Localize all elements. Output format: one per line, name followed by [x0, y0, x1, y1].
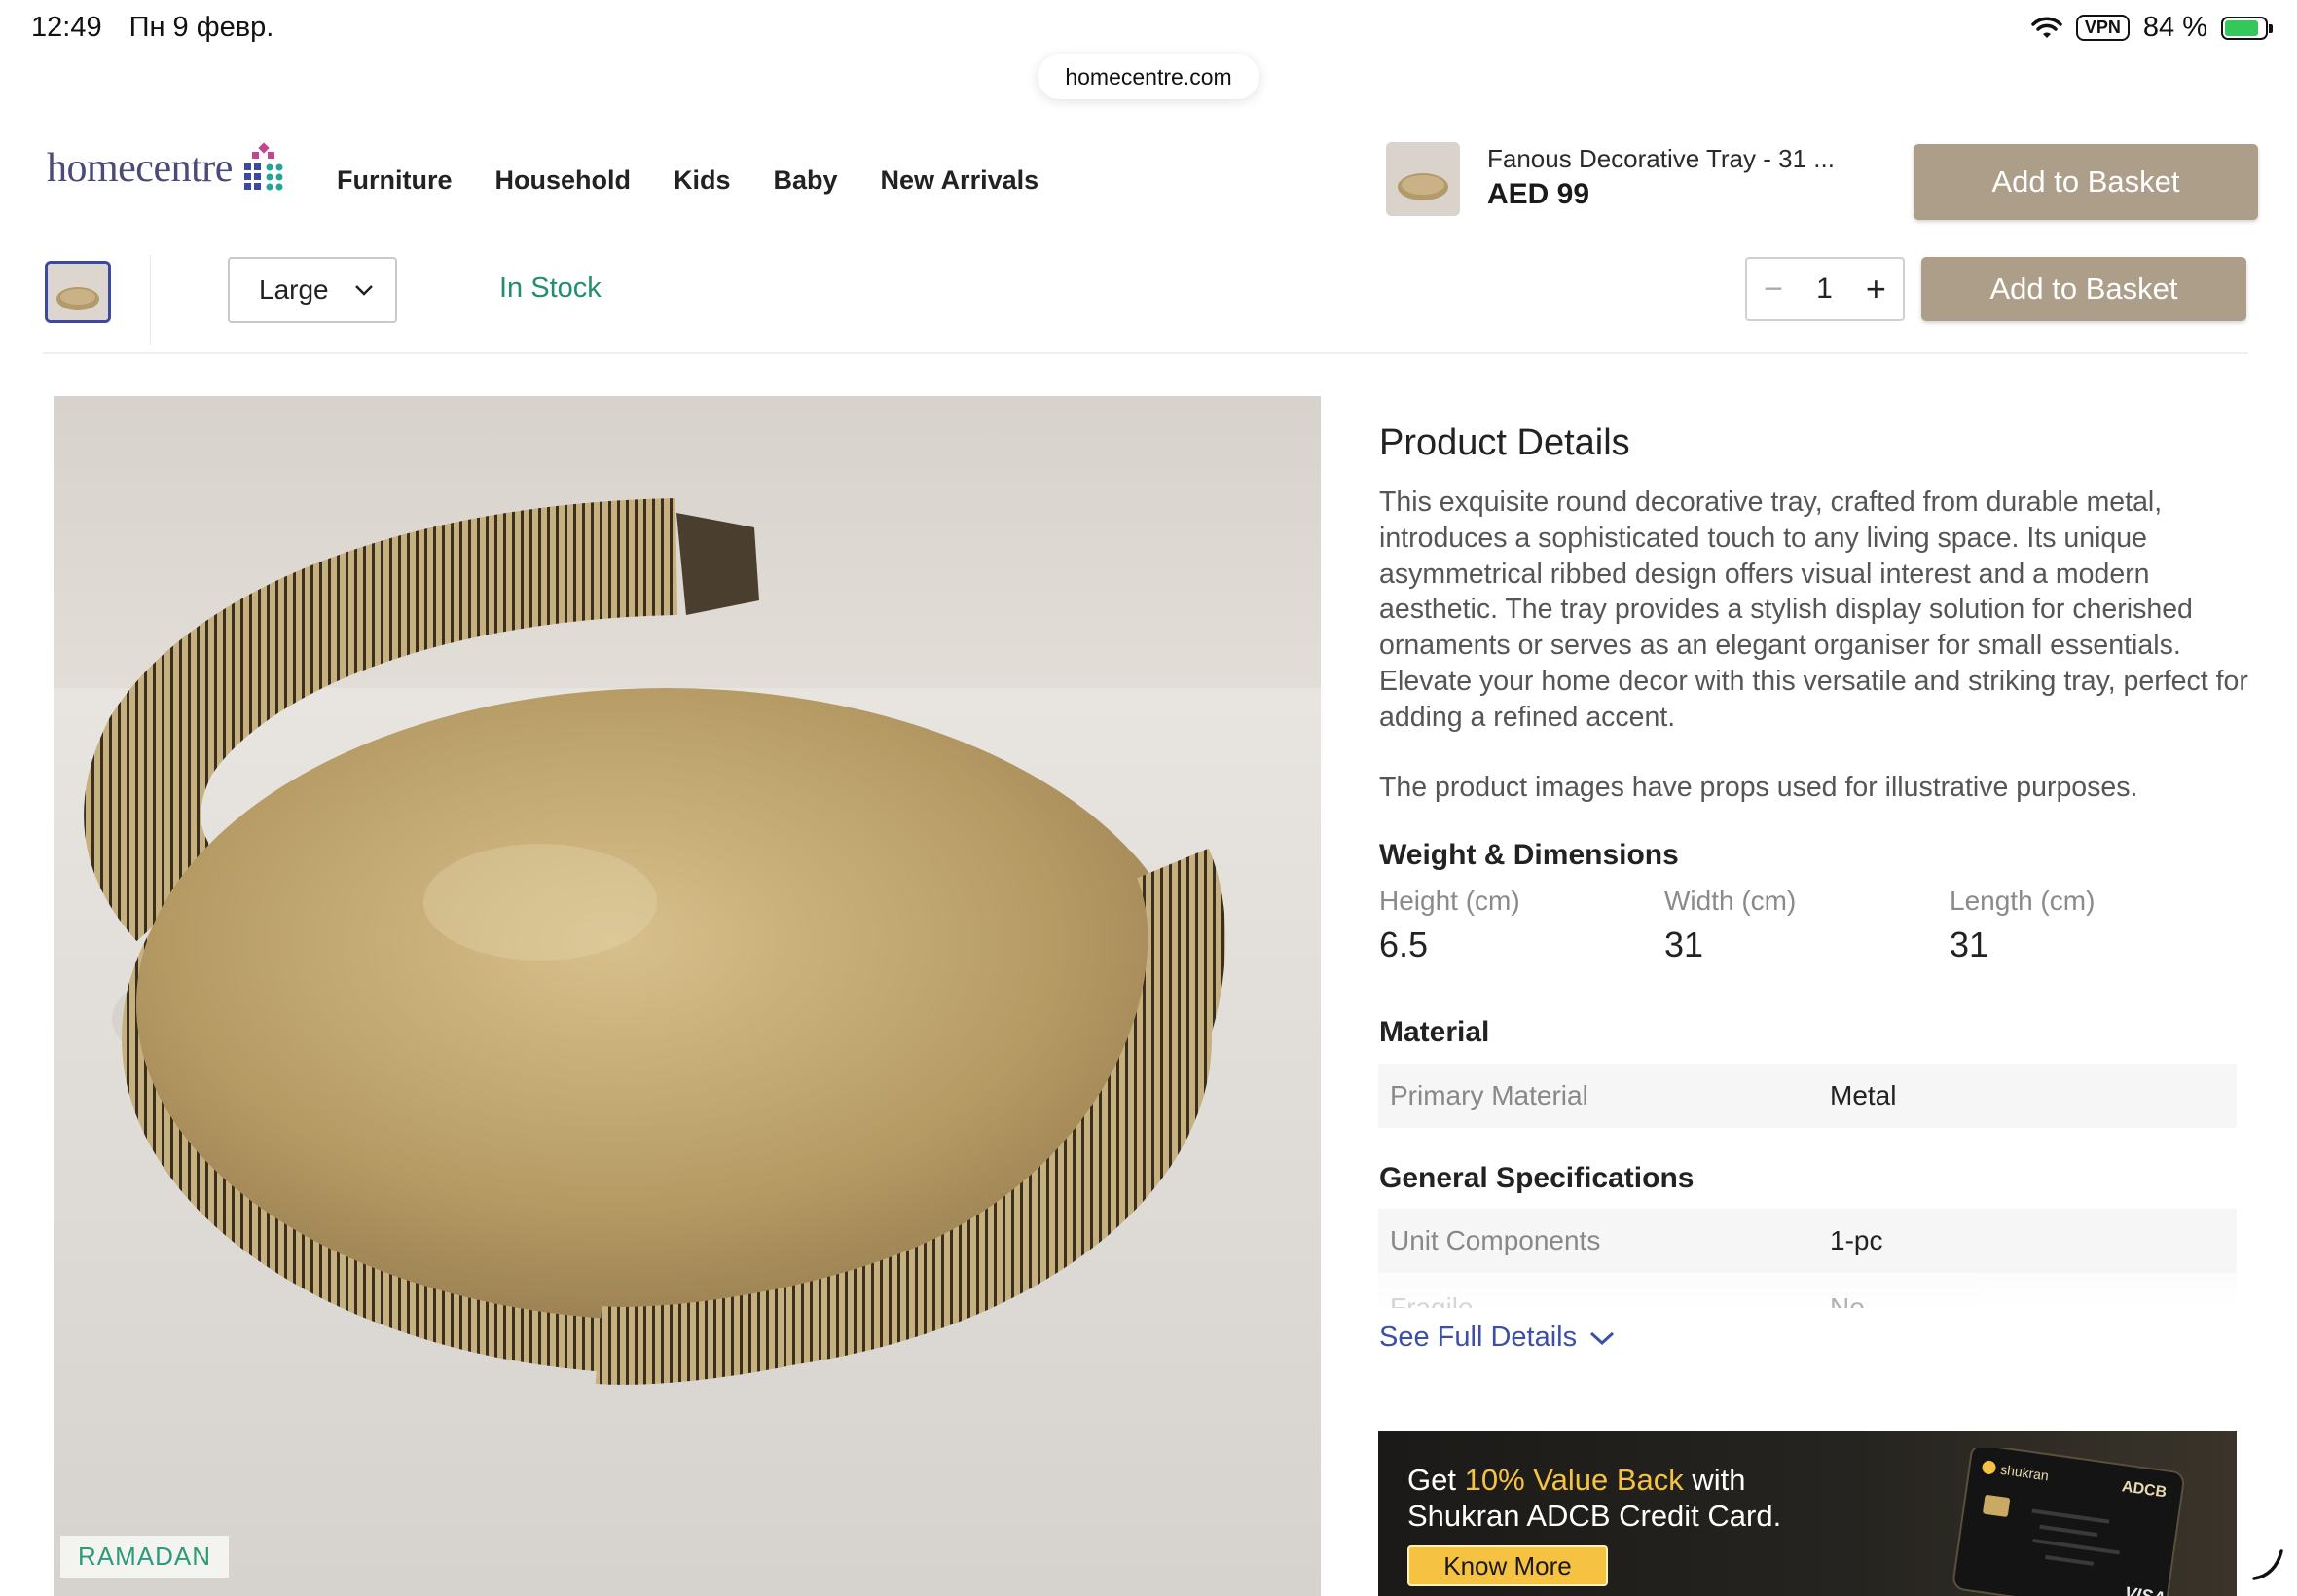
know-more-button[interactable]: Know More	[1407, 1545, 1608, 1586]
promo-pre: Get	[1407, 1463, 1465, 1497]
resize-handle-icon[interactable]	[2248, 1545, 2287, 1584]
chevron-down-icon	[1590, 1331, 1615, 1345]
quantity-value[interactable]: 1	[1816, 272, 1833, 306]
nav-furniture[interactable]: Furniture	[337, 165, 453, 196]
dimension-value: 31	[1664, 925, 1704, 964]
selected-variant-thumbnail[interactable]	[45, 261, 111, 323]
url-text: homecentre.com	[1065, 63, 1232, 90]
quantity-stepper: − 1 +	[1745, 257, 1905, 321]
stock-status: In Stock	[499, 272, 602, 304]
status-bar-right: VPN 84 %	[2031, 12, 2273, 44]
vpn-badge: VPN	[2075, 15, 2130, 41]
nav-kids[interactable]: Kids	[674, 165, 731, 196]
nav-new-arrivals[interactable]: New Arrivals	[881, 165, 1039, 196]
mini-product-thumbnail[interactable]	[1386, 142, 1460, 216]
battery-percent: 84 %	[2142, 12, 2207, 43]
logo-mosaic-icon	[243, 142, 283, 191]
spec-value: No	[1830, 1292, 1865, 1308]
dimension-label: Length (cm)	[1950, 886, 2096, 916]
spec-label: Unit Components	[1390, 1225, 1601, 1255]
chevron-down-icon	[355, 285, 373, 296]
logo-text: homecentre	[47, 146, 233, 191]
spec-value: Metal	[1830, 1080, 1897, 1110]
status-date: Пн 9 февр.	[128, 12, 274, 43]
nav-household[interactable]: Household	[495, 165, 632, 196]
spec-row-faded: Fragile No	[1378, 1273, 2237, 1308]
mini-product-title: Fanous Decorative Tray - 31 ...	[1487, 144, 1835, 173]
promo-text: Get 10% Value Back with Shukran ADCB Cre…	[1407, 1462, 1781, 1534]
promo-highlight: 10% Value Back	[1464, 1463, 1684, 1497]
dimension-value: 6.5	[1379, 925, 1429, 964]
promo-line2: Shukran ADCB Credit Card.	[1407, 1499, 1782, 1533]
url-bar[interactable]: homecentre.com	[1038, 54, 1259, 99]
image-disclaimer: The product images have props used for i…	[1379, 772, 2138, 803]
status-bar-left: 12:49 Пн 9 февр.	[31, 12, 293, 44]
spec-value: 1-pc	[1830, 1225, 1883, 1255]
divider	[150, 255, 151, 345]
dimension-length: Length (cm) 31	[1950, 886, 2095, 965]
product-details-heading: Product Details	[1379, 422, 1630, 463]
increase-quantity-button[interactable]: +	[1866, 269, 1886, 309]
material-heading: Material	[1379, 1016, 1490, 1048]
add-to-basket-button[interactable]: Add to Basket	[1921, 257, 2246, 321]
nav-baby[interactable]: Baby	[774, 165, 838, 196]
see-full-details-link[interactable]: See Full Details	[1379, 1322, 1616, 1354]
promo-post: with	[1683, 1463, 1746, 1497]
dimension-label: Width (cm)	[1664, 886, 1797, 916]
dimensions-heading: Weight & Dimensions	[1379, 839, 1679, 871]
decrease-quantity-button[interactable]: −	[1764, 271, 1783, 308]
spec-label: Primary Material	[1390, 1080, 1588, 1110]
general-specs-heading: General Specifications	[1379, 1162, 1695, 1194]
product-image[interactable]	[54, 396, 1321, 1596]
spec-row: Primary Material Metal	[1378, 1064, 2237, 1128]
main-nav: Furniture Household Kids Baby New Arriva…	[337, 165, 1039, 196]
see-full-details-label: See Full Details	[1379, 1322, 1578, 1353]
shukran-promo-banner[interactable]: Get 10% Value Back with Shukran ADCB Cre…	[1378, 1431, 2237, 1596]
dimension-height: Height (cm) 6.5	[1379, 886, 1520, 965]
spec-label: Fragile	[1390, 1292, 1474, 1308]
status-time: 12:49	[31, 12, 102, 43]
battery-icon	[2221, 16, 2273, 40]
product-description: This exquisite round decorative tray, cr…	[1379, 487, 2248, 733]
ramadan-badge: RAMADAN	[60, 1536, 230, 1578]
mini-product-price: AED 99	[1487, 178, 1590, 210]
wifi-icon	[2031, 17, 2062, 38]
section-divider	[43, 352, 2248, 354]
site-logo[interactable]: homecentre	[47, 142, 289, 195]
credit-card-image: shukran ADCB VISA	[1952, 1448, 2185, 1596]
add-to-basket-button-header[interactable]: Add to Basket	[1914, 144, 2258, 220]
dimension-label: Height (cm)	[1379, 886, 1520, 916]
size-select-value: Large	[259, 274, 329, 305]
size-select[interactable]: Large	[228, 257, 397, 323]
dimension-value: 31	[1950, 925, 1989, 964]
dimension-width: Width (cm) 31	[1664, 886, 1796, 965]
spec-row: Unit Components 1-pc	[1378, 1209, 2237, 1273]
